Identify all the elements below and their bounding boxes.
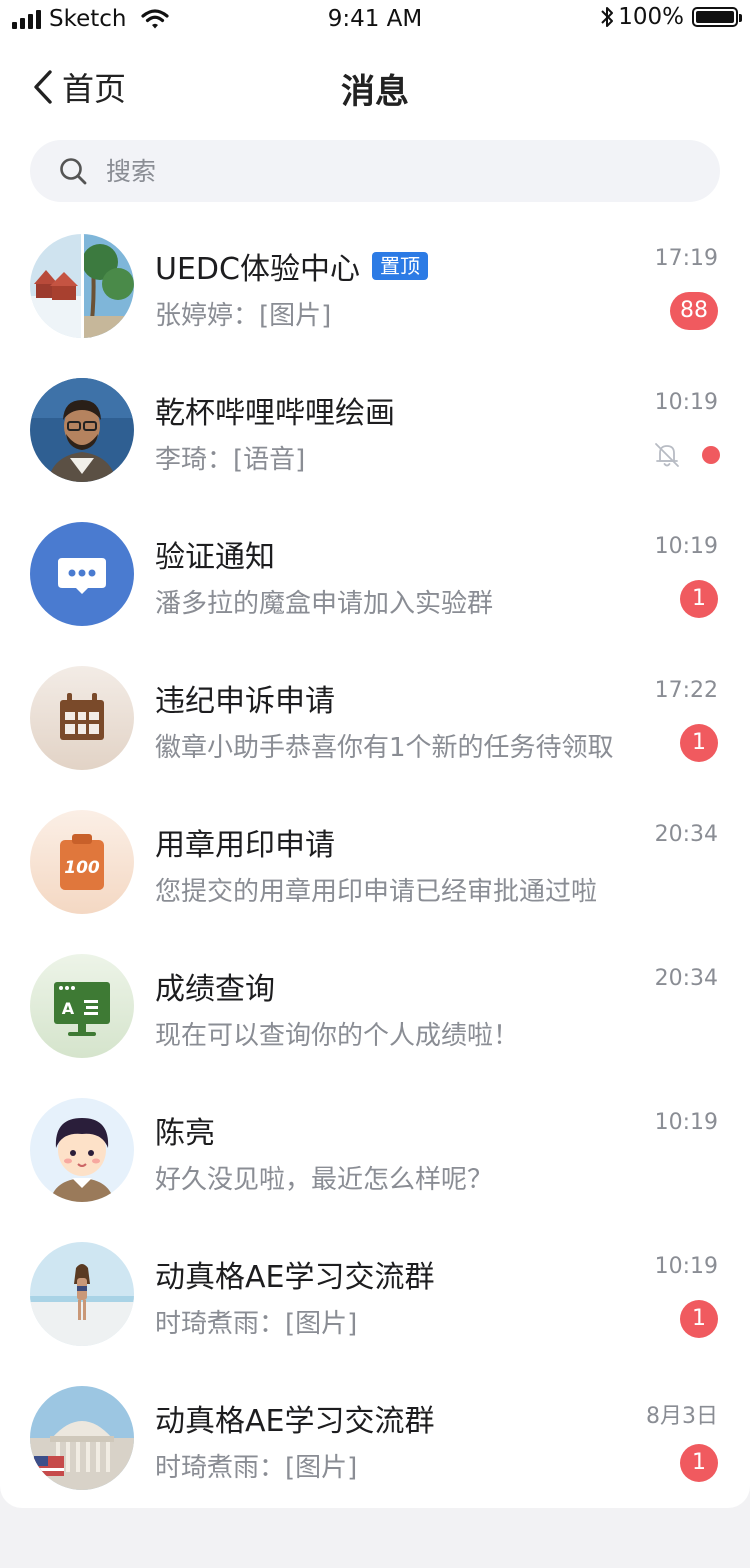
unread-badge: 1 <box>680 1444 718 1482</box>
conversation-title: 验证通知 <box>155 540 275 575</box>
message-time: 10:19 <box>654 1110 718 1135</box>
message-time: 17:22 <box>654 678 718 703</box>
conversation-row[interactable]: 乾杯哔哩哔哩绘画 李琦：[语音] 10:19 <box>0 358 750 502</box>
message-preview: 李琦：[语音] <box>155 445 306 475</box>
content-panel: Sketch 9:41 AM 100% 首页 消息 搜索 UEDC体验中心 置顶… <box>0 0 750 1508</box>
avatar <box>30 1386 134 1490</box>
status-bar: Sketch 9:41 AM 100% <box>0 0 750 40</box>
message-time: 8月3日 <box>646 1404 718 1429</box>
message-preview: 好久没见啦，最近怎么样呢？ <box>155 1165 494 1195</box>
unread-badge: 88 <box>670 292 718 330</box>
conversation-row[interactable]: 100 用章用印申请 您提交的用章用印申请已经审批通过啦 20:34 <box>0 790 750 934</box>
conversation-title: 用章用印申请 <box>155 828 335 863</box>
search-input[interactable] <box>104 155 668 187</box>
message-time: 20:34 <box>654 966 718 991</box>
message-preview: 现在可以查询你的个人成绩啦！ <box>155 1021 520 1051</box>
conversation-row[interactable]: 违纪申诉申请 徽章小助手恭喜你有1个新的任务待领取 17:22 1 <box>0 646 750 790</box>
conversation-row[interactable]: A 成绩查询 现在可以查询你的个人成绩啦！ 20:34 <box>0 934 750 1078</box>
message-preview: 您提交的用章用印申请已经审批通过啦 <box>155 877 598 907</box>
svg-text:100: 100 <box>64 858 100 878</box>
conversation-title: UEDC体验中心 <box>155 252 360 287</box>
conversation-list: UEDC体验中心 置顶 张婷婷：[图片] 17:19 88 乾杯哔哩哔哩绘画 李… <box>0 214 750 1510</box>
conversation-title: 违纪申诉申请 <box>155 684 335 719</box>
message-preview: 时琦煮雨：[图片] <box>155 1309 358 1339</box>
message-preview: 徽章小助手恭喜你有1个新的任务待领取 <box>155 733 614 763</box>
unread-badge: 1 <box>680 1300 718 1338</box>
message-preview: 潘多拉的魔盒申请加入实验群 <box>155 589 494 619</box>
message-preview: 张婷婷：[图片] <box>155 301 332 331</box>
message-time: 17:19 <box>654 246 718 271</box>
pinned-badge: 置顶 <box>371 252 428 280</box>
battery-percent: 100% <box>618 4 684 30</box>
unread-badge: 1 <box>680 580 718 618</box>
avatar <box>30 1242 134 1346</box>
message-preview: 时琦煮雨：[图片] <box>155 1453 358 1483</box>
search-bar[interactable] <box>30 140 720 202</box>
message-time: 20:34 <box>654 822 718 847</box>
conversation-row[interactable]: UEDC体验中心 置顶 张婷婷：[图片] 17:19 88 <box>0 214 750 358</box>
clipboard-100-icon: 100 <box>30 810 134 914</box>
conversation-row[interactable]: 陈亮 好久没见啦，最近怎么样呢？ 10:19 <box>0 1078 750 1222</box>
message-time: 10:19 <box>654 1254 718 1279</box>
conversation-title: 乾杯哔哩哔哩绘画 <box>155 396 395 431</box>
conversation-title: 成绩查询 <box>155 972 275 1007</box>
conversation-row[interactable]: 验证通知 潘多拉的魔盒申请加入实验群 10:19 1 <box>0 502 750 646</box>
avatar <box>30 378 134 482</box>
conversation-title: 动真格AE学习交流群 <box>155 1404 435 1439</box>
nav-bar: 首页 消息 <box>0 50 750 120</box>
blackboard-icon: A <box>30 954 134 1058</box>
unread-badge: 1 <box>680 724 718 762</box>
unread-dot <box>702 446 720 464</box>
conversation-title: 陈亮 <box>155 1116 215 1151</box>
svg-text:A: A <box>62 999 75 1018</box>
avatar <box>30 234 134 338</box>
conversation-title: 动真格AE学习交流群 <box>155 1260 435 1295</box>
conversation-row[interactable]: 动真格AE学习交流群 时琦煮雨：[图片] 8月3日 1 <box>0 1366 750 1510</box>
conversation-row[interactable]: 动真格AE学习交流群 时琦煮雨：[图片] 10:19 1 <box>0 1222 750 1366</box>
chat-bubble-icon <box>30 522 134 626</box>
message-time: 10:19 <box>654 390 718 415</box>
search-icon <box>60 158 87 185</box>
bluetooth-icon <box>601 7 614 27</box>
bell-mute-icon <box>655 443 679 467</box>
message-time: 10:19 <box>654 534 718 559</box>
battery-icon <box>692 7 742 27</box>
avatar <box>30 1098 134 1202</box>
page-title: 消息 <box>341 72 409 112</box>
calendar-icon <box>30 666 134 770</box>
